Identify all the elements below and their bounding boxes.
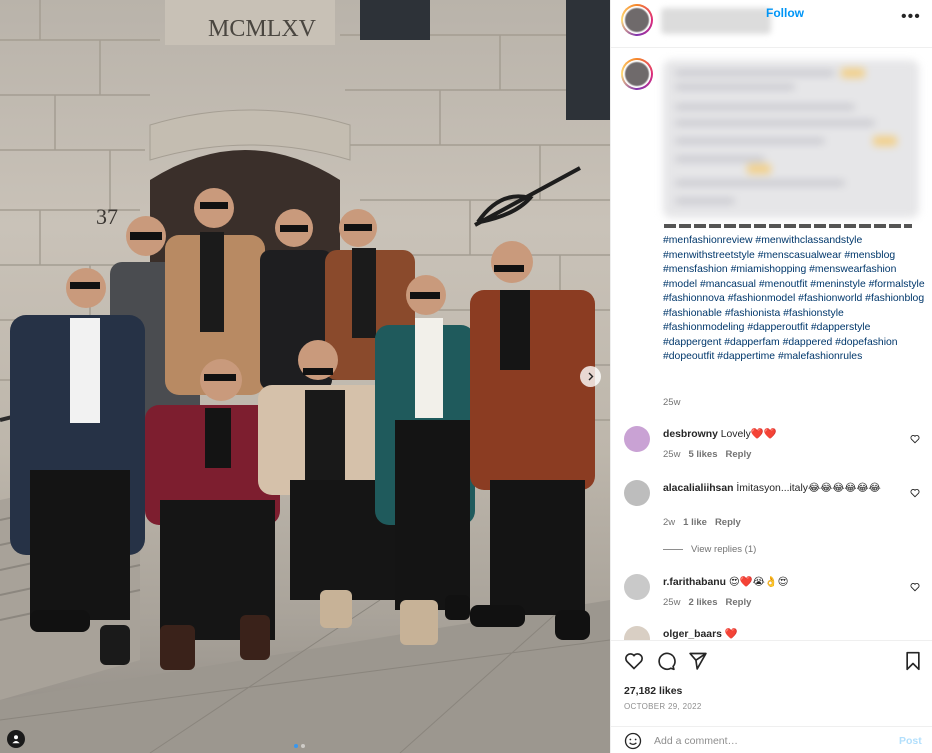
- comment-username[interactable]: olger_baars: [663, 629, 722, 640]
- comment-meta: 25w 2 likes Reply: [663, 597, 751, 608]
- comment-body: r.farithabanu 😍❤️😭👌😍: [663, 576, 903, 590]
- emoji-picker-icon[interactable]: [624, 732, 642, 750]
- comment-username[interactable]: desbrowny: [663, 429, 718, 440]
- post-actions: 27,182 likes OCTOBER 29, 2022: [611, 640, 932, 728]
- window: [566, 0, 610, 120]
- like-heart-icon[interactable]: [624, 651, 644, 671]
- like-comment-heart-icon[interactable]: [910, 488, 920, 498]
- post-comment-button[interactable]: Post: [899, 735, 922, 747]
- comment-body: olger_baars ❤️: [663, 628, 903, 640]
- more-options-icon[interactable]: •••: [901, 8, 921, 26]
- post-date[interactable]: OCTOBER 29, 2022: [624, 702, 702, 711]
- commenter-avatar[interactable]: [624, 626, 650, 640]
- tagged-users-button[interactable]: [7, 730, 25, 748]
- carousel-dot: [301, 744, 305, 748]
- reply-button[interactable]: Reply: [726, 597, 752, 608]
- plaque-inscription: MCMLXV: [208, 16, 317, 42]
- share-send-icon[interactable]: [688, 651, 708, 671]
- comment-age: 25w: [663, 597, 681, 608]
- chevron-right-icon: [588, 372, 594, 381]
- view-replies-button[interactable]: View replies (1): [663, 544, 756, 555]
- reply-button[interactable]: Reply: [715, 517, 741, 528]
- like-comment-heart-icon[interactable]: [910, 582, 920, 592]
- comment-body: desbrowny Lovely❤️❤️: [663, 428, 903, 442]
- add-comment-input[interactable]: Add a comment…: [654, 735, 738, 747]
- caption-author-avatar[interactable]: [621, 58, 653, 90]
- comments-section[interactable]: #menfashionreview #menwithclassandstyle …: [611, 48, 932, 640]
- post-side-panel: Follow ••• #menfashionreview #menwithcla…: [610, 0, 932, 753]
- photo-illustration: MCMLXV 37: [0, 0, 610, 753]
- comment-username[interactable]: alacalialiihsan: [663, 483, 733, 494]
- comment-likes[interactable]: 2 likes: [688, 597, 717, 608]
- comment-bubble-icon[interactable]: [656, 651, 676, 671]
- comment-body: alacalialiihsan İmitasyon...italy😂😂😂😂😂😂: [663, 482, 903, 496]
- group-of-men: [10, 188, 595, 670]
- iron-bracket: [474, 166, 581, 227]
- comment-age: 2w: [663, 517, 676, 528]
- commenter-avatar[interactable]: [624, 480, 650, 506]
- instagram-post-view: MCMLXV 37 Follow ••• #menfashionreview #…: [0, 0, 932, 753]
- carousel-indicator: [294, 744, 305, 748]
- comment-likes[interactable]: 5 likes: [688, 449, 717, 460]
- commenter-avatar[interactable]: [624, 426, 650, 452]
- user-tag-icon: [12, 735, 20, 744]
- commenter-avatar[interactable]: [624, 574, 650, 600]
- comment-username[interactable]: r.farithabanu: [663, 577, 726, 588]
- view-replies-line: [663, 549, 683, 550]
- comment-text: 😍❤️😭👌😍: [728, 577, 789, 588]
- comment-text: İmitasyon...italy😂😂😂😂😂😂: [736, 483, 881, 494]
- like-comment-heart-icon[interactable]: [910, 434, 920, 444]
- carousel-dot-active: [294, 744, 298, 748]
- comment-meta: 25w 5 likes Reply: [663, 449, 751, 460]
- comment-likes[interactable]: 1 like: [683, 517, 707, 528]
- caption-divider: [664, 224, 912, 228]
- view-replies-label: View replies (1): [691, 544, 757, 555]
- post-header: Follow •••: [611, 0, 932, 48]
- comment-meta: 2w 1 like Reply: [663, 517, 741, 528]
- caption-hashtags[interactable]: #menfashionreview #menwithclassandstyle …: [663, 234, 925, 365]
- save-bookmark-icon[interactable]: [904, 651, 922, 671]
- follow-button[interactable]: Follow: [766, 6, 804, 20]
- comment-age: 25w: [663, 449, 681, 460]
- building-number: 37: [96, 204, 118, 229]
- author-username-blurred[interactable]: [661, 8, 771, 34]
- reply-button[interactable]: Reply: [726, 449, 752, 460]
- caption-text-blurred: [663, 60, 919, 218]
- likes-count[interactable]: 27,182 likes: [624, 685, 682, 697]
- author-avatar[interactable]: [621, 4, 653, 36]
- post-photo[interactable]: MCMLXV 37: [0, 0, 610, 753]
- comment-text: ❤️: [724, 629, 738, 640]
- carousel-next-button[interactable]: [580, 366, 601, 387]
- comment-text: Lovely❤️❤️: [720, 429, 777, 440]
- caption-age: 25w: [663, 397, 681, 408]
- add-comment-bar: Add a comment… Post: [611, 726, 932, 753]
